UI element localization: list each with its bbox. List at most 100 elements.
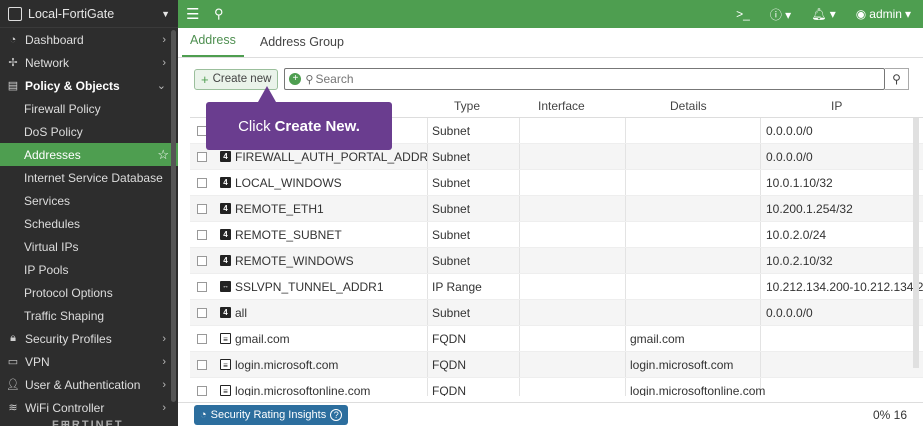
device-selector[interactable]: Local-FortiGate ▼ bbox=[0, 0, 178, 28]
add-filter-icon[interactable]: + bbox=[289, 73, 302, 85]
row-checkbox[interactable] bbox=[197, 203, 207, 214]
sidebar-item-dos-policy[interactable]: DoS Policy bbox=[0, 120, 178, 143]
cell-type: Subnet bbox=[428, 222, 520, 247]
vpn-icon: ▭ bbox=[7, 356, 19, 368]
search-button[interactable]: ⚲ bbox=[885, 68, 909, 90]
sidebar-item-policy-objects[interactable]: ▤ Policy & Objects ⌄ bbox=[0, 74, 178, 97]
row-checkbox[interactable] bbox=[197, 385, 207, 396]
table-row[interactable]: ≡ login.microsoftonline.com FQDN login.micr… bbox=[190, 378, 923, 396]
sidebar-item-schedules[interactable]: Schedules bbox=[0, 212, 178, 235]
search-icon[interactable]: ⚲ bbox=[214, 6, 224, 22]
cell-name: ≡ login.microsoftonline.com bbox=[214, 378, 428, 396]
cell-type: IP Range bbox=[428, 274, 520, 299]
sidebar-item-label: Policy & Objects bbox=[25, 78, 120, 93]
row-checkbox[interactable] bbox=[197, 333, 207, 344]
sidebar-item-label: Services bbox=[24, 193, 71, 208]
header-ip[interactable]: IP bbox=[761, 94, 923, 117]
cell-name: 4 REMOTE_SUBNET bbox=[214, 222, 428, 247]
table-row[interactable]: ↔ SSLVPN_TUNNEL_ADDR1 IP Range 10.212.134.2… bbox=[190, 274, 923, 300]
search-input[interactable] bbox=[315, 72, 884, 86]
cell-type: Subnet bbox=[428, 144, 520, 169]
security-rating-insights-button[interactable]: ◔ Security Rating Insights ? bbox=[194, 404, 349, 425]
cell-type: Subnet bbox=[428, 300, 520, 325]
table-scrollbar[interactable] bbox=[913, 118, 919, 368]
sidebar-scrollbar[interactable] bbox=[171, 30, 176, 402]
sidebar-item-user-authentication[interactable]: 👤︎ User & Authentication › bbox=[0, 373, 178, 396]
cell-interface bbox=[520, 196, 626, 221]
header-details[interactable]: Details bbox=[626, 94, 761, 117]
cell-ip: 10.0.2.10/32 bbox=[766, 253, 833, 268]
cell-interface bbox=[520, 248, 626, 273]
sidebar-item-network[interactable]: ✢ Network › bbox=[0, 51, 178, 74]
cell-name-text: LOCAL_WINDOWS bbox=[235, 175, 342, 190]
row-checkbox[interactable] bbox=[197, 359, 207, 370]
fqdn-icon: ≡ bbox=[220, 333, 231, 344]
help-icon[interactable]: ⓘ ▾ bbox=[770, 6, 791, 23]
star-icon[interactable]: ☆ bbox=[157, 147, 169, 163]
cell-ip bbox=[761, 326, 923, 351]
cell-type: Subnet bbox=[428, 170, 520, 195]
cell-type: Subnet bbox=[428, 248, 520, 273]
sidebar-item-ip-pools[interactable]: IP Pools bbox=[0, 258, 178, 281]
sidebar-item-addresses[interactable]: Addresses ☆ bbox=[0, 143, 178, 166]
tab-address-group[interactable]: Address Group bbox=[252, 35, 352, 57]
table-row[interactable]: ≡ login.microsoft.com FQDN login.microsoft.… bbox=[190, 352, 923, 378]
table-row[interactable]: 4 LOCAL_WINDOWS Subnet 10.0.1.10/32 bbox=[190, 170, 923, 196]
sidebar-item-protocol-options[interactable]: Protocol Options bbox=[0, 281, 178, 304]
instruction-callout: Click Create New. bbox=[206, 102, 392, 150]
row-count: 0% 16 bbox=[872, 407, 907, 422]
table-row[interactable]: 4 REMOTE_ETH1 Subnet 10.200.1.254/32 bbox=[190, 196, 923, 222]
sidebar-item-firewall-policy[interactable]: Firewall Policy bbox=[0, 97, 178, 120]
cell-interface bbox=[520, 352, 626, 377]
header-interface[interactable]: Interface bbox=[520, 94, 626, 117]
header-type[interactable]: Type bbox=[428, 94, 520, 117]
sidebar-item-security-profiles[interactable]: 🔒︎ Security Profiles › bbox=[0, 327, 178, 350]
sidebar-item-dashboard[interactable]: ◔ Dashboard › bbox=[0, 28, 178, 51]
cell-name-text: FIREWALL_AUTH_PORTAL_ADDRESS bbox=[235, 149, 428, 164]
cell-ip: 0.0.0.0/0 bbox=[766, 123, 813, 138]
ip-range-icon: ↔ bbox=[220, 281, 231, 292]
cell-ip: 0.0.0.0/0 bbox=[766, 305, 813, 320]
user-menu[interactable]: ◉ admin ▾ bbox=[856, 7, 911, 21]
cell-interface bbox=[520, 222, 626, 247]
sidebar-item-internet-service-database[interactable]: Internet Service Database bbox=[0, 166, 178, 189]
menu-icon[interactable]: ☰ bbox=[186, 5, 202, 23]
callout-prefix: Click bbox=[238, 117, 271, 135]
cell-ip: 0.0.0.0/0 bbox=[766, 149, 813, 164]
top-bar: ☰ ⚲ >_ ⓘ ▾ 🔔︎ ▾ ◉ admin ▾ bbox=[178, 0, 923, 28]
ipv4-address-icon: 4 bbox=[220, 151, 231, 162]
row-checkbox[interactable] bbox=[197, 281, 207, 292]
table-row[interactable]: 4 REMOTE_WINDOWS Subnet 10.0.2.10/32 bbox=[190, 248, 923, 274]
cli-console-icon[interactable]: >_ bbox=[736, 7, 750, 21]
row-checkbox-cell bbox=[190, 281, 214, 292]
chevron-right-icon: › bbox=[162, 401, 166, 414]
cell-details bbox=[626, 170, 761, 195]
sidebar-item-wifi-controller[interactable]: ≋ WiFi Controller › bbox=[0, 396, 178, 419]
row-checkbox[interactable] bbox=[197, 307, 207, 318]
chevron-down-icon: ⌄ bbox=[156, 80, 166, 92]
cell-type: Subnet bbox=[428, 196, 520, 221]
fqdn-icon: ≡ bbox=[220, 385, 231, 396]
row-checkbox[interactable] bbox=[197, 229, 207, 240]
lock-icon: 🔒︎ bbox=[10, 332, 16, 344]
table-row[interactable]: 4 REMOTE_SUBNET Subnet 10.0.2.0/24 bbox=[190, 222, 923, 248]
row-checkbox-cell bbox=[190, 333, 214, 344]
ipv4-address-icon: 4 bbox=[220, 177, 231, 188]
sidebar-item-services[interactable]: Services bbox=[0, 189, 178, 212]
tab-address[interactable]: Address bbox=[182, 33, 244, 57]
table-row[interactable]: ≡ gmail.com FQDN gmail.com bbox=[190, 326, 923, 352]
row-checkbox[interactable] bbox=[197, 177, 207, 188]
sidebar-item-virtual-ips[interactable]: Virtual IPs bbox=[0, 235, 178, 258]
table-row[interactable]: 4 all Subnet 0.0.0.0/0 bbox=[190, 300, 923, 326]
sidebar-item-traffic-shaping[interactable]: Traffic Shaping bbox=[0, 304, 178, 327]
sidebar-item-vpn[interactable]: ▭ VPN › bbox=[0, 350, 178, 373]
row-checkbox[interactable] bbox=[197, 255, 207, 266]
cell-details: gmail.com bbox=[626, 326, 761, 351]
cell-details bbox=[626, 248, 761, 273]
table-body: Subnet 0.0.0.0/0 4 FIREWALL_AUTH_PORTAL_ADD… bbox=[190, 118, 923, 396]
callout-arrow bbox=[258, 86, 276, 102]
cell-ip: 10.200.1.254/32 bbox=[766, 201, 853, 216]
row-checkbox[interactable] bbox=[197, 151, 207, 162]
sidebar-item-label: Security Profiles bbox=[25, 331, 112, 346]
notification-bell-icon[interactable]: 🔔︎ ▾ bbox=[811, 7, 836, 21]
